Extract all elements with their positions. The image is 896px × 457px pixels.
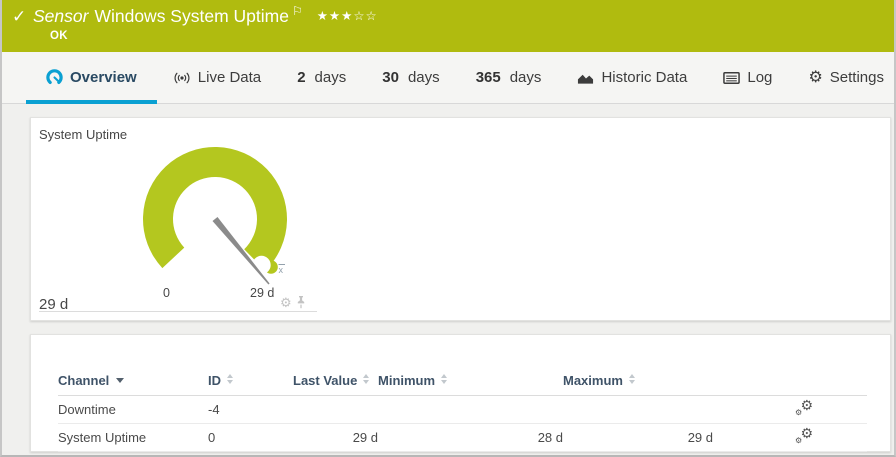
sensor-title-line: Sensor Windows System Uptime ⚐ ★★★☆☆ — [33, 4, 378, 27]
tab-label: Overview — [70, 69, 137, 86]
tab-settings[interactable]: ⚙ Settings — [800, 52, 892, 103]
live-data-icon — [174, 72, 190, 83]
channel-minimum: 28 d — [378, 423, 563, 452]
gauge-baseline — [39, 311, 317, 312]
stars-filled: ★★★ — [316, 9, 354, 23]
channel-settings-icon[interactable]: ⚙ ⚙ — [795, 426, 813, 445]
svg-text:x: x — [279, 265, 284, 275]
tab-label: Settings — [829, 69, 884, 86]
sort-icon — [441, 374, 448, 385]
status-ok-check-icon: ✓ — [12, 7, 27, 26]
pin-icon[interactable] — [296, 295, 306, 309]
channel-table-panel: Channel ID Last Value Minimum Maximum Do… — [30, 334, 891, 452]
column-header-settings — [713, 367, 867, 396]
priority-flag-icon[interactable]: ⚐ — [292, 4, 303, 18]
sensor-kind-label: Sensor — [33, 6, 89, 26]
panel-gear-icon[interactable]: ⚙ — [280, 296, 292, 309]
gauge-ring — [143, 147, 288, 271]
column-header-id[interactable]: ID — [208, 367, 293, 396]
sensor-page: ✓ Sensor Windows System Uptime ⚐ ★★★☆☆ OK O… — [0, 0, 896, 457]
channel-minimum — [378, 395, 563, 424]
channel-table: Channel ID Last Value Minimum Maximum Do… — [58, 367, 867, 452]
channel-last-value — [293, 395, 378, 424]
tab-historic-data[interactable]: Historic Data — [569, 52, 695, 103]
gauge-icon — [46, 69, 63, 85]
gauge-scale-max: 29 d — [250, 286, 275, 300]
gear-icon: ⚙ — [808, 68, 823, 86]
gauge-scale-min: 0 — [163, 286, 170, 300]
tab-log[interactable]: Log — [715, 52, 780, 103]
channel-settings-icon[interactable]: ⚙ ⚙ — [795, 398, 813, 417]
stars-empty: ☆☆ — [353, 9, 378, 23]
tab-label: Log — [747, 69, 773, 86]
tab-label: days — [314, 69, 347, 86]
column-header-minimum[interactable]: Minimum — [378, 367, 563, 396]
channel-name: Downtime — [58, 395, 208, 424]
channel-maximum: 29 d — [563, 423, 713, 452]
tab-overview[interactable]: Overview — [26, 52, 157, 104]
gauge-panel: System Uptime x 0 29 d 29 d ⚙ — [30, 117, 891, 321]
tab-label: days — [407, 69, 440, 86]
channel-last-value: 29 d — [293, 423, 378, 452]
tab-label: days — [509, 69, 542, 86]
tab-365-days[interactable]: 365 days — [468, 52, 550, 103]
column-header-maximum[interactable]: Maximum — [563, 367, 713, 396]
tab-2-days[interactable]: 2 days — [289, 52, 354, 103]
channel-name: System Uptime — [58, 423, 208, 452]
channel-maximum — [563, 395, 713, 424]
tab-bar: Overview Live Data 2 days 30 days 365 da… — [2, 52, 894, 104]
page-title: Windows System Uptime — [94, 6, 289, 26]
channel-id: -4 — [208, 395, 293, 424]
tab-value: 30 — [382, 69, 399, 86]
tab-value: 2 — [297, 69, 306, 86]
log-list-icon — [723, 71, 741, 84]
sort-icon — [363, 374, 370, 385]
table-header-row: Channel ID Last Value Minimum Maximum — [58, 367, 867, 396]
column-header-last-value[interactable]: Last Value — [293, 367, 378, 396]
gauge-panel-tools: ⚙ — [280, 295, 306, 309]
sort-icon — [227, 374, 233, 385]
tab-30-days[interactable]: 30 days — [374, 52, 447, 103]
tab-label: Live Data — [197, 69, 262, 86]
mean-marker-icon: x — [278, 264, 285, 275]
channel-id: 0 — [208, 423, 293, 452]
sort-icon — [628, 374, 635, 385]
tab-live-data[interactable]: Live Data — [165, 52, 269, 103]
favorite-rating[interactable]: ★★★☆☆ — [317, 9, 378, 23]
table-row-downtime: Downtime -4 ⚙ ⚙ — [58, 395, 867, 424]
sort-desc-icon — [116, 378, 125, 384]
uptime-gauge: x — [143, 147, 288, 285]
status-badge: OK — [50, 30, 68, 42]
table-row-system-uptime: System Uptime 0 29 d 28 d 29 d ⚙ ⚙ — [58, 423, 867, 452]
sensor-header: ✓ Sensor Windows System Uptime ⚐ ★★★☆☆ OK — [2, 0, 894, 52]
column-header-channel[interactable]: Channel — [58, 367, 208, 396]
tab-value: 365 — [475, 69, 501, 86]
tab-label: Historic Data — [601, 69, 688, 86]
area-chart-icon — [578, 74, 594, 84]
